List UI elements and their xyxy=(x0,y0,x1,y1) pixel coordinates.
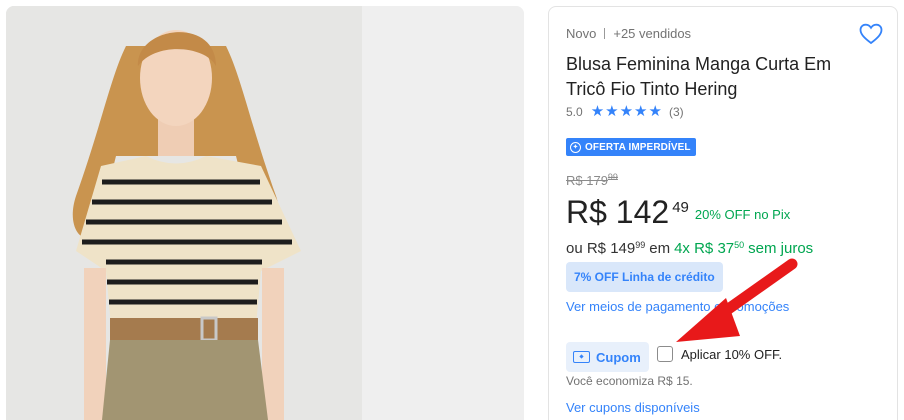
condition-label: Novo xyxy=(566,26,597,41)
installment-amount: 4x R$ 37 xyxy=(674,240,735,257)
sold-count: +25 vendidos xyxy=(613,26,692,41)
product-rating[interactable]: 5.0 ★ ★ ★ ★ ★ (3) xyxy=(566,104,684,119)
meta-divider xyxy=(604,28,606,39)
rating-count: (3) xyxy=(668,104,684,119)
star-icon: ★ xyxy=(634,103,648,120)
gallery-side-area xyxy=(362,6,524,420)
ticket-icon xyxy=(573,351,590,363)
current-price-main: R$ 142 xyxy=(566,194,670,230)
coupon-label: Cupom xyxy=(596,349,641,365)
heart-icon[interactable] xyxy=(859,23,883,45)
star-icon: ★ xyxy=(619,103,634,120)
installment-suffix: sem juros xyxy=(748,240,814,257)
product-gallery xyxy=(6,6,524,420)
rating-value: 5.0 xyxy=(566,104,583,119)
payment-methods-link[interactable]: Ver meios de pagamento e promoções xyxy=(566,299,789,314)
offer-badge-label: OFERTA IMPERDÍVEL xyxy=(585,141,691,153)
available-coupons-link[interactable]: Ver cupons disponíveis xyxy=(566,400,700,415)
original-price-main: R$ 179 xyxy=(566,173,608,188)
installment-info: ou R$ 149 99 em 4x R$ 37 50 sem juros xyxy=(566,240,813,257)
product-photo[interactable] xyxy=(6,6,362,420)
product-title: Blusa Feminina Manga Curta Em Tricô Fio … xyxy=(566,54,832,99)
installment-mid: em xyxy=(649,240,671,257)
installment-cents: 50 xyxy=(734,240,745,250)
model-illustration xyxy=(6,6,362,420)
original-price-cents: 99 xyxy=(607,172,618,182)
apply-coupon-label: Aplicar 10% OFF. xyxy=(681,346,783,362)
offer-icon: ✦ xyxy=(570,141,581,153)
pix-discount: 20% OFF no Pix xyxy=(694,207,791,222)
rating-stars: ★ ★ ★ ★ ★ xyxy=(591,104,663,119)
product-info-panel: Novo +25 vendidos Blusa Feminina Manga C… xyxy=(548,6,898,420)
apply-coupon-row[interactable]: Aplicar 10% OFF. xyxy=(657,346,782,362)
star-icon: ★ xyxy=(605,103,619,120)
current-price-cents: 49 xyxy=(672,199,689,216)
star-icon: ★ xyxy=(590,103,605,120)
installment-prefix-cents: 99 xyxy=(635,240,646,250)
product-meta: Novo +25 vendidos xyxy=(566,26,691,41)
credit-offer-tag[interactable]: 7% OFF Linha de crédito xyxy=(566,262,723,292)
savings-text: Você economiza R$ 15. xyxy=(566,374,693,388)
coupon-button[interactable]: Cupom xyxy=(566,342,649,372)
apply-coupon-checkbox[interactable] xyxy=(657,346,673,362)
star-icon: ★ xyxy=(648,103,662,120)
current-price: R$ 142 49 20% OFF no Pix xyxy=(566,194,790,230)
original-price: R$ 17999 xyxy=(566,172,618,188)
installment-prefix: ou R$ 149 xyxy=(566,240,636,257)
offer-badge: ✦ OFERTA IMPERDÍVEL xyxy=(566,138,696,156)
